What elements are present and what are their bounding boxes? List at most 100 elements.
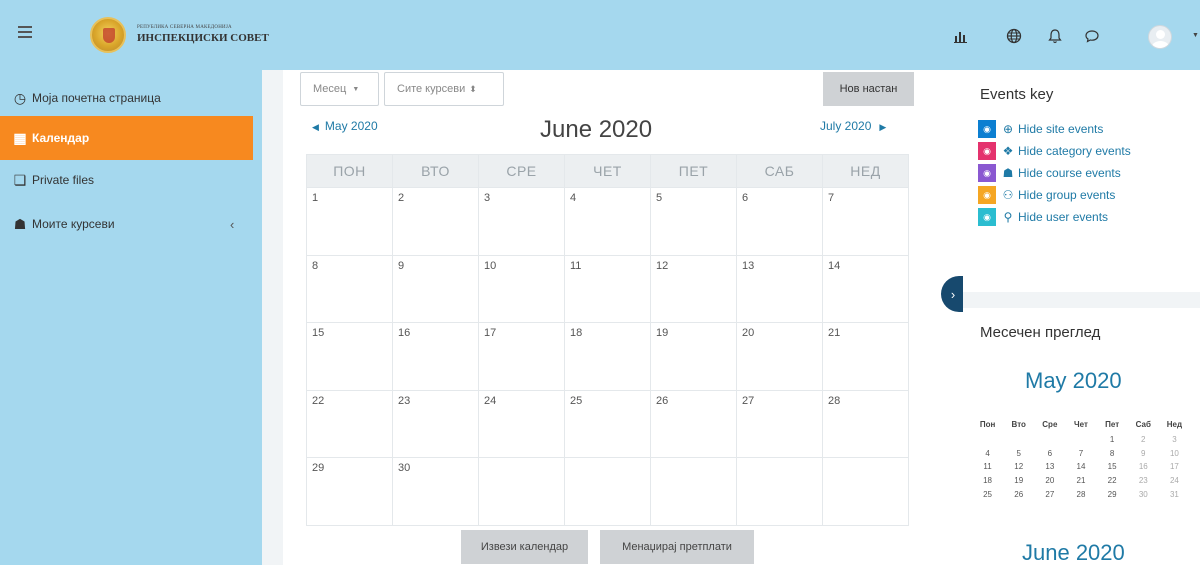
- calendar-week-row: 1234567: [306, 187, 909, 256]
- chat-bubble-icon[interactable]: [1084, 28, 1100, 48]
- mini-day-cell[interactable]: 28: [1065, 487, 1096, 501]
- mini-day-cell[interactable]: 6: [1034, 447, 1065, 461]
- calendar-day-cell[interactable]: 8: [306, 254, 393, 324]
- mini-day-cell[interactable]: 27: [1034, 487, 1065, 501]
- calendar-day-cell[interactable]: 9: [392, 254, 479, 324]
- bell-icon[interactable]: [1048, 28, 1062, 48]
- mini-day-cell[interactable]: 11: [972, 460, 1003, 474]
- calendar-day-cell[interactable]: 5: [650, 187, 737, 256]
- mini-day-cell[interactable]: 31: [1159, 487, 1190, 501]
- mini-day-cell[interactable]: 1: [1097, 433, 1128, 447]
- sidebar-item-dashboard[interactable]: ◷ Моја почетна страница: [0, 76, 253, 120]
- globe-icon[interactable]: [1006, 28, 1022, 48]
- mini-day-cell[interactable]: 19: [1003, 474, 1034, 488]
- sort-arrows-icon: ⬍: [469, 83, 477, 94]
- calendar-day-cell[interactable]: 7: [822, 187, 909, 256]
- mini-day-cell[interactable]: 7: [1065, 447, 1096, 461]
- logo-emblem[interactable]: [90, 17, 126, 53]
- bar-chart-icon[interactable]: [953, 28, 969, 48]
- hide-category-events-link[interactable]: ◉ ❖ Hide category events: [978, 142, 1131, 160]
- export-calendar-button[interactable]: Извези календар: [461, 530, 588, 564]
- calendar-day-cell[interactable]: 4: [564, 187, 651, 256]
- logo-line2[interactable]: ИНСПЕКЦИСКИ СОВЕТ: [137, 32, 269, 44]
- sidebar-item-calendar[interactable]: ▦ Календар: [0, 116, 253, 160]
- caret-down-icon[interactable]: ▼: [1192, 32, 1199, 39]
- calendar-day-cell[interactable]: 3: [478, 187, 565, 256]
- calendar-day-cell[interactable]: 19: [650, 322, 737, 391]
- courses-icon: ☗: [13, 215, 27, 232]
- mini-month-title[interactable]: May 2020: [1025, 368, 1122, 394]
- mini-day-cell[interactable]: 3: [1159, 433, 1190, 447]
- dashboard-icon: ◷: [13, 89, 27, 106]
- calendar-day-cell[interactable]: 22: [306, 389, 393, 459]
- new-event-button[interactable]: Нов настан: [823, 72, 914, 106]
- calendar-day-cell[interactable]: 23: [392, 389, 479, 459]
- calendar-day-cell[interactable]: 16: [392, 322, 479, 391]
- calendar-day-cell[interactable]: 27: [736, 389, 823, 459]
- calendar-day-cell[interactable]: 30: [392, 457, 479, 526]
- calendar-day-cell[interactable]: 24: [478, 389, 565, 459]
- course-select[interactable]: Сите курсеви ⬍: [384, 72, 504, 106]
- mini-day-cell[interactable]: 24: [1159, 474, 1190, 488]
- next-month-link[interactable]: July 2020 ▶: [820, 119, 886, 133]
- hamburger-menu-icon[interactable]: [18, 26, 32, 38]
- manage-subscriptions-button[interactable]: Менаџирај претплати: [600, 530, 754, 564]
- sidebar-item-private-files[interactable]: ❏ Private files: [0, 158, 253, 202]
- hide-user-events-link[interactable]: ◉ ⚲ Hide user events: [978, 208, 1108, 226]
- calendar-day-cell[interactable]: 21: [822, 322, 909, 391]
- mini-day-cell[interactable]: 15: [1097, 460, 1128, 474]
- mini-day-cell[interactable]: 4: [972, 447, 1003, 461]
- view-select[interactable]: Месец ▼: [300, 72, 379, 106]
- calendar-day-cell[interactable]: 1: [306, 187, 393, 256]
- mini-next-month-title[interactable]: June 2020: [1022, 540, 1125, 566]
- mini-day-cell[interactable]: 17: [1159, 460, 1190, 474]
- calendar-day-cell[interactable]: 20: [736, 322, 823, 391]
- hide-course-events-link[interactable]: ◉ ☗ Hide course events: [978, 164, 1121, 182]
- calendar-day-cell[interactable]: 25: [564, 389, 651, 459]
- mini-day-cell[interactable]: 30: [1128, 487, 1159, 501]
- calendar-day-cell[interactable]: 11: [564, 254, 651, 324]
- calendar-day-cell[interactable]: 28: [822, 389, 909, 459]
- mini-day-cell[interactable]: 25: [972, 487, 1003, 501]
- mini-day-cell[interactable]: 26: [1003, 487, 1034, 501]
- sidebar-item-my-courses[interactable]: ☗ Моите курсеви ‹: [0, 202, 253, 246]
- calendar-day-cell[interactable]: 2: [392, 187, 479, 256]
- eye-icon: ◉: [978, 186, 996, 204]
- mini-day-cell[interactable]: 12: [1003, 460, 1034, 474]
- calendar-day-cell[interactable]: 18: [564, 322, 651, 391]
- mini-day-cell[interactable]: 22: [1097, 474, 1128, 488]
- mini-day-cell[interactable]: 29: [1097, 487, 1128, 501]
- calendar-day-cell[interactable]: 10: [478, 254, 565, 324]
- calendar-week-row: 8 9 10 11 12 13 14: [306, 254, 909, 324]
- mini-day-cell[interactable]: 13: [1034, 460, 1065, 474]
- calendar-day-cell[interactable]: 6: [736, 187, 823, 256]
- chevron-left-icon[interactable]: ‹: [230, 217, 234, 232]
- mini-day-cell[interactable]: 5: [1003, 447, 1034, 461]
- mini-day-cell[interactable]: 18: [972, 474, 1003, 488]
- mini-day-cell[interactable]: 20: [1034, 474, 1065, 488]
- prev-month-link[interactable]: ◀ May 2020: [312, 119, 378, 133]
- hide-group-events-link[interactable]: ◉ ⚇ Hide group events: [978, 186, 1115, 204]
- globe-icon: ⊕: [1002, 122, 1014, 136]
- mini-day-cell[interactable]: 2: [1128, 433, 1159, 447]
- calendar-day-cell[interactable]: 17: [478, 322, 565, 391]
- calendar-day-cell[interactable]: 13: [736, 254, 823, 324]
- calendar-day-cell[interactable]: 26: [650, 389, 737, 459]
- mini-day-cell[interactable]: 16: [1128, 460, 1159, 474]
- mini-day-cell[interactable]: 21: [1065, 474, 1096, 488]
- calendar-week-row: 15 16 17 18 19 20 21: [306, 322, 909, 391]
- mini-calendar: Пон Вто Сре Чет Пет Саб Нед 1 2 3 4 5 6 7 8 9 10 11 12 13 1…: [972, 415, 1190, 501]
- mini-day-cell[interactable]: 23: [1128, 474, 1159, 488]
- hide-site-events-link[interactable]: ◉ ⊕ Hide site events: [978, 120, 1103, 138]
- mini-day-cell[interactable]: 9: [1128, 447, 1159, 461]
- user-avatar[interactable]: [1148, 25, 1172, 49]
- mini-day-cell[interactable]: 10: [1159, 447, 1190, 461]
- chevron-right-icon[interactable]: ›: [941, 276, 965, 312]
- calendar-day-cell[interactable]: 15: [306, 322, 393, 391]
- calendar-day-cell[interactable]: 12: [650, 254, 737, 324]
- calendar-day-cell[interactable]: 29: [306, 457, 393, 526]
- mini-day-cell[interactable]: 8: [1097, 447, 1128, 461]
- mini-day-cell[interactable]: 14: [1065, 460, 1096, 474]
- calendar-day-cell[interactable]: 14: [822, 254, 909, 324]
- top-navbar: РЕПУБЛИКА СЕВЕРНА МАКЕДОНИЈА ИНСПЕКЦИСКИ…: [0, 0, 1200, 70]
